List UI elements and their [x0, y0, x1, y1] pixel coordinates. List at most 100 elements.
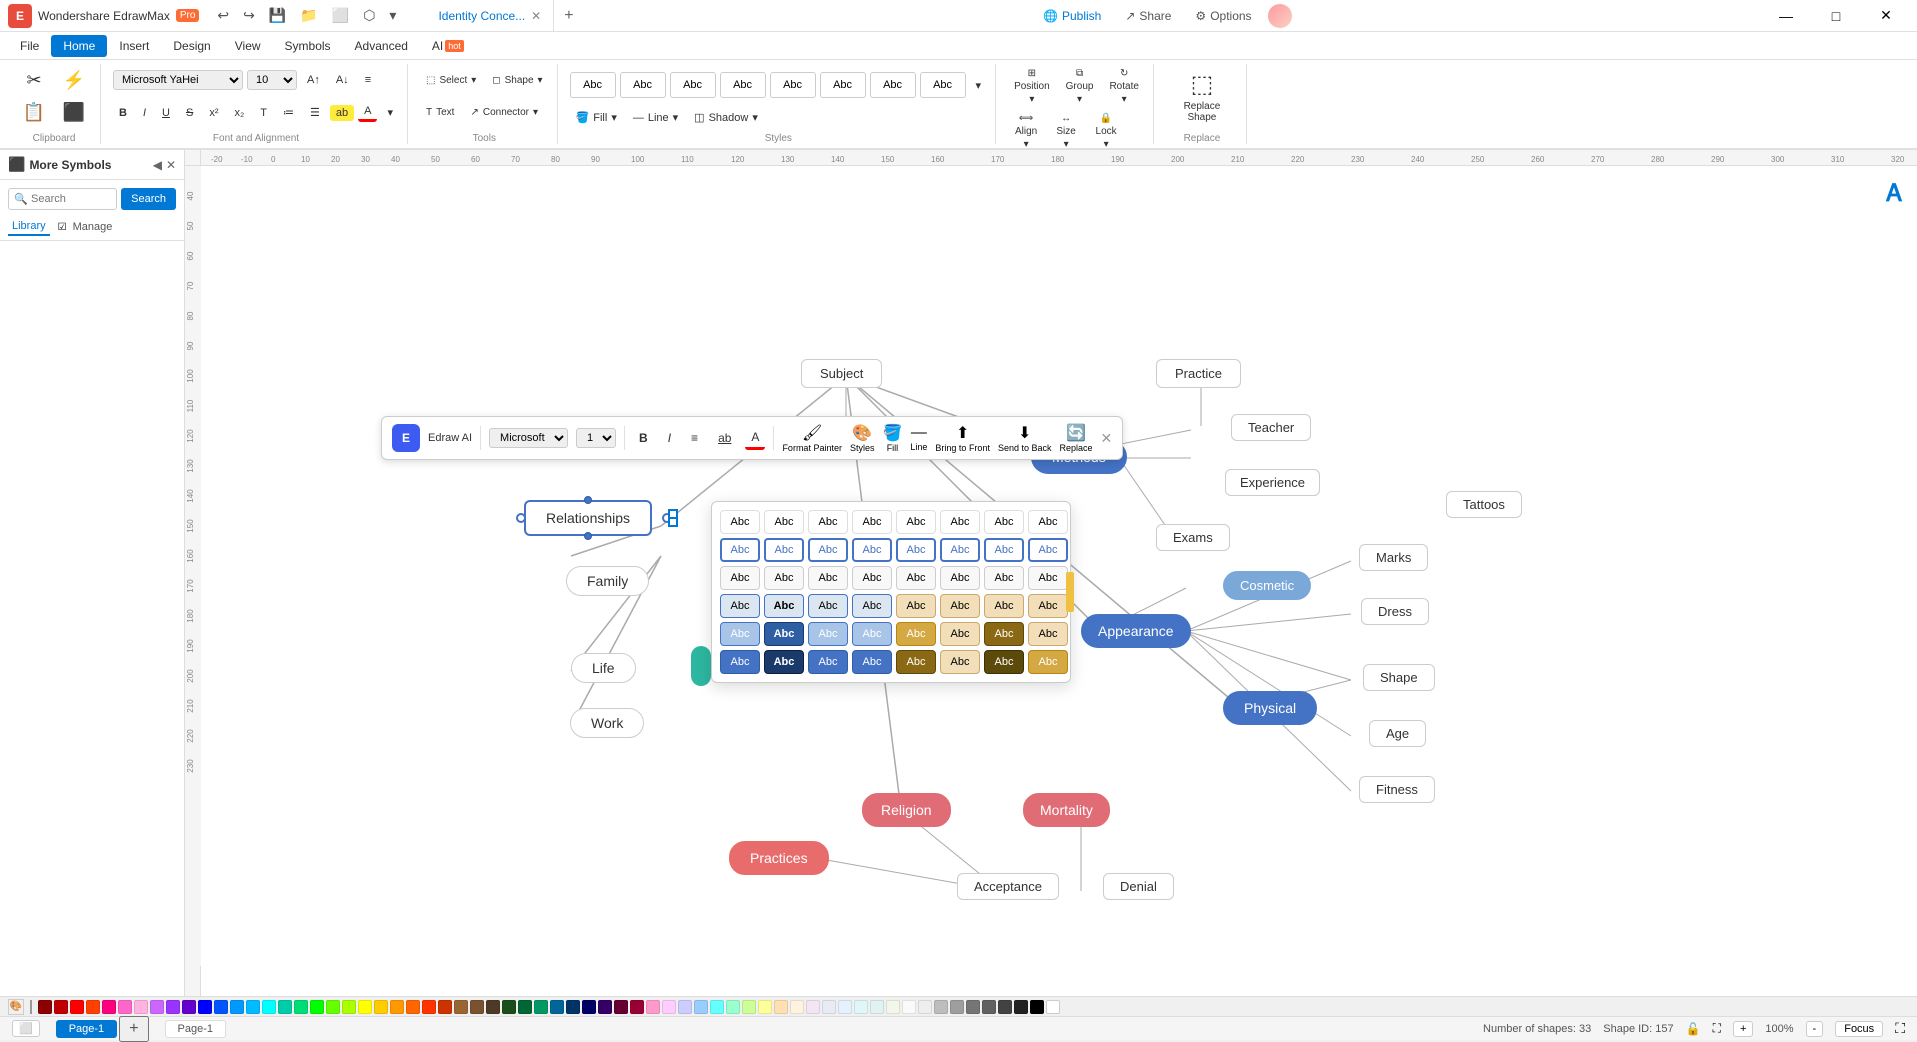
- view-toggle-button[interactable]: ⬜: [12, 1020, 40, 1037]
- color-picker-icon[interactable]: 🎨: [8, 999, 24, 1015]
- sp-2-3[interactable]: Abc: [808, 538, 848, 562]
- sp-4-2[interactable]: Abc: [764, 594, 804, 618]
- search-button[interactable]: Search: [121, 188, 176, 210]
- menu-home[interactable]: Home: [51, 35, 107, 57]
- color-navy-2[interactable]: [582, 1000, 596, 1014]
- sp-6-2[interactable]: Abc: [764, 650, 804, 674]
- color-green-2[interactable]: [310, 1000, 324, 1014]
- text-button[interactable]: TText: [420, 103, 460, 122]
- share-button[interactable]: ↗Share: [1117, 7, 1179, 25]
- color-dark-green[interactable]: [502, 1000, 516, 1014]
- rotate-button[interactable]: ↻Rotate▾: [1103, 64, 1144, 109]
- sp-2-6[interactable]: Abc: [940, 538, 980, 562]
- color-maroon[interactable]: [614, 1000, 628, 1014]
- fill-dropdown[interactable]: 🪣 Fill ▾: [570, 109, 623, 126]
- sidebar-library-tab[interactable]: Library: [8, 218, 50, 236]
- more-button[interactable]: ▾: [383, 5, 402, 26]
- color-yellow[interactable]: [358, 1000, 372, 1014]
- group-button[interactable]: ⧉Group▾: [1060, 64, 1100, 109]
- node-religion[interactable]: Religion: [862, 793, 951, 827]
- node-marks[interactable]: Marks: [1359, 544, 1428, 571]
- sp-4-5[interactable]: Abc: [896, 594, 936, 618]
- sp-5-6[interactable]: Abc: [940, 622, 980, 646]
- sp-1-2[interactable]: Abc: [764, 510, 804, 534]
- node-cosmetic[interactable]: Cosmetic: [1223, 571, 1311, 600]
- sp-3-2[interactable]: Abc: [764, 566, 804, 590]
- sp-3-1[interactable]: Abc: [720, 566, 760, 590]
- node-mortality[interactable]: Mortality: [1023, 793, 1110, 827]
- publish-button[interactable]: 🌐Publish: [1035, 7, 1109, 25]
- canvas[interactable]: E Edraw AI Microsoft 10 B I ≡ ab A: [201, 166, 1917, 996]
- sp-6-3[interactable]: Abc: [808, 650, 848, 674]
- node-practice[interactable]: Practice: [1156, 359, 1241, 388]
- float-font-select[interactable]: Microsoft: [489, 428, 568, 448]
- sp-4-6[interactable]: Abc: [940, 594, 980, 618]
- sidebar-collapse-icon[interactable]: ◀: [153, 158, 162, 172]
- sp-5-1[interactable]: Abc: [720, 622, 760, 646]
- zoom-in-button[interactable]: +: [1733, 1021, 1753, 1037]
- menu-file[interactable]: File: [8, 35, 51, 57]
- format-painter-button[interactable]: 🖌 Format Painter: [782, 423, 842, 453]
- sp-1-3[interactable]: Abc: [808, 510, 848, 534]
- style-box-2[interactable]: Abc: [620, 72, 666, 98]
- color-light-pink[interactable]: [134, 1000, 148, 1014]
- add-page-button[interactable]: +: [119, 1016, 148, 1042]
- node-life[interactable]: Life: [571, 653, 636, 683]
- copy-format-button[interactable]: ⚡: [56, 66, 92, 95]
- menu-ai[interactable]: AI hot: [420, 35, 476, 57]
- list2-button[interactable]: ☰: [304, 104, 326, 121]
- sidebar-manage-tab[interactable]: ☑ Manage: [58, 218, 117, 236]
- shape-button[interactable]: ◻Shape▾: [486, 71, 548, 90]
- sp-5-2[interactable]: Abc: [764, 622, 804, 646]
- sp-5-7[interactable]: Abc: [984, 622, 1024, 646]
- color-navy-1[interactable]: [566, 1000, 580, 1014]
- color-orange[interactable]: [390, 1000, 404, 1014]
- node-shape[interactable]: Shape: [1363, 664, 1435, 691]
- node-exams[interactable]: Exams: [1156, 524, 1230, 551]
- color-teal-dark[interactable]: [534, 1000, 548, 1014]
- align-dropdown[interactable]: ⟺Align▾: [1008, 109, 1044, 154]
- sp-4-1[interactable]: Abc: [720, 594, 760, 618]
- float-bring-front-button[interactable]: ⬆ Bring to Front: [935, 423, 990, 453]
- sp-2-1[interactable]: Abc: [720, 538, 760, 562]
- color-blue-green[interactable]: [550, 1000, 564, 1014]
- float-styles-button[interactable]: 🎨 Styles: [850, 423, 875, 453]
- color-dark-red[interactable]: [38, 1000, 52, 1014]
- node-practices[interactable]: Practices: [729, 841, 829, 875]
- color-light-green[interactable]: [326, 1000, 340, 1014]
- undo-button[interactable]: ↩: [211, 5, 235, 26]
- bold-button[interactable]: B: [113, 105, 133, 121]
- list-button[interactable]: ≔: [277, 104, 300, 121]
- color-orange-red[interactable]: [86, 1000, 100, 1014]
- float-size-select[interactable]: 10: [576, 428, 616, 448]
- color-brown-3[interactable]: [470, 1000, 484, 1014]
- italic-button[interactable]: I: [137, 105, 152, 121]
- user-avatar[interactable]: [1268, 4, 1292, 28]
- sp-6-8[interactable]: Abc: [1028, 650, 1068, 674]
- color-forest-green[interactable]: [518, 1000, 532, 1014]
- select-button[interactable]: ⬚Select▾: [420, 71, 482, 90]
- sp-2-2[interactable]: Abc: [764, 538, 804, 562]
- menu-symbols[interactable]: Symbols: [273, 35, 343, 57]
- sp-2-8[interactable]: Abc: [1028, 538, 1068, 562]
- copy-button[interactable]: ⬛: [56, 98, 92, 127]
- color-dark-purple[interactable]: [598, 1000, 612, 1014]
- position-button[interactable]: ⊞Position▾: [1008, 64, 1056, 109]
- node-age[interactable]: Age: [1369, 720, 1426, 747]
- underline-button[interactable]: U: [156, 105, 176, 121]
- style-box-8[interactable]: Abc: [920, 72, 966, 98]
- sp-6-6[interactable]: Abc: [940, 650, 980, 674]
- node-physical[interactable]: Physical: [1223, 691, 1317, 725]
- superscript-button[interactable]: x²: [203, 105, 224, 121]
- node-subject[interactable]: Subject: [801, 359, 882, 388]
- font-select[interactable]: Microsoft YaHei: [113, 70, 243, 90]
- node-experience[interactable]: Experience: [1225, 469, 1320, 496]
- sp-6-7[interactable]: Abc: [984, 650, 1024, 674]
- save-button[interactable]: 💾: [263, 5, 292, 26]
- sp-3-8[interactable]: Abc: [1028, 566, 1068, 590]
- menu-design[interactable]: Design: [161, 35, 222, 57]
- color-red-1[interactable]: [54, 1000, 68, 1014]
- sp-5-4[interactable]: Abc: [852, 622, 892, 646]
- focus-button[interactable]: Focus: [1835, 1021, 1883, 1037]
- color-blue-2[interactable]: [214, 1000, 228, 1014]
